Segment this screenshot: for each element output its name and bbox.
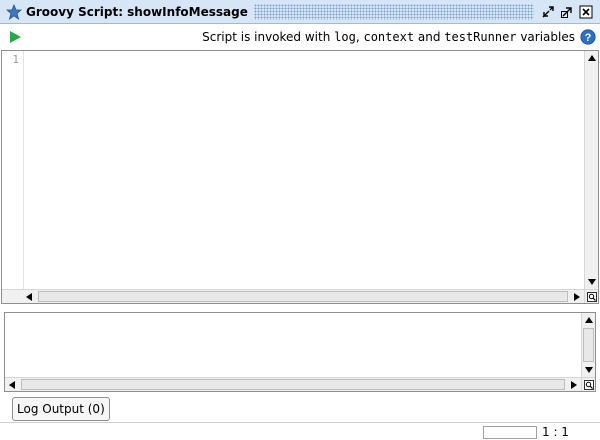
scroll-right-icon[interactable] bbox=[570, 290, 584, 304]
status-field bbox=[483, 426, 537, 439]
info-prefix: Script is invoked with bbox=[202, 30, 335, 44]
log-output-tab-label: Log Output (0) bbox=[17, 402, 105, 416]
undock-icon[interactable] bbox=[540, 4, 556, 20]
help-icon[interactable]: ? bbox=[579, 28, 597, 46]
scroll-up-icon[interactable] bbox=[585, 51, 599, 65]
script-editor[interactable]: 1 bbox=[1, 50, 599, 304]
scroll-left-icon[interactable] bbox=[22, 290, 36, 304]
info-suffix: variables bbox=[516, 30, 575, 44]
log-vertical-thumb[interactable] bbox=[583, 328, 594, 362]
editor-vertical-scrollbar[interactable] bbox=[584, 51, 598, 289]
line-number: 1 bbox=[12, 53, 19, 66]
log-horizontal-scrollbar[interactable] bbox=[5, 377, 581, 391]
log-scroll-up-icon[interactable] bbox=[582, 313, 596, 327]
title-grip[interactable] bbox=[253, 3, 534, 20]
star-icon bbox=[4, 2, 24, 22]
maximize-icon[interactable] bbox=[559, 4, 575, 20]
var-log: log bbox=[334, 30, 356, 44]
log-search-icon[interactable] bbox=[581, 377, 595, 391]
cursor-position: 1 : 1 bbox=[542, 425, 569, 439]
log-vertical-scrollbar[interactable] bbox=[581, 313, 595, 377]
log-output-panel[interactable] bbox=[4, 312, 596, 392]
scroll-down-icon[interactable] bbox=[585, 275, 599, 289]
script-toolbar: Script is invoked with log, context and … bbox=[0, 25, 600, 49]
var-context: context bbox=[363, 30, 415, 44]
info-and: and bbox=[414, 30, 445, 44]
editor-horizontal-thumb[interactable] bbox=[38, 291, 568, 302]
status-bar: 1 : 1 bbox=[0, 422, 600, 440]
editor-horizontal-scrollbar[interactable] bbox=[2, 289, 584, 303]
log-scroll-right-icon[interactable] bbox=[567, 378, 581, 392]
window-title: Groovy Script: showInfoMessage bbox=[26, 4, 248, 19]
line-number-gutter: 1 bbox=[2, 51, 24, 289]
variables-info: Script is invoked with log, context and … bbox=[202, 30, 575, 44]
code-input[interactable] bbox=[25, 51, 584, 289]
window-titlebar: Groovy Script: showInfoMessage bbox=[0, 0, 600, 24]
editor-search-icon[interactable] bbox=[584, 289, 598, 303]
log-scroll-left-icon[interactable] bbox=[5, 378, 19, 392]
log-horizontal-thumb[interactable] bbox=[21, 379, 565, 390]
svg-text:?: ? bbox=[585, 32, 592, 44]
log-scroll-down-icon[interactable] bbox=[582, 363, 596, 377]
run-icon[interactable] bbox=[6, 28, 24, 46]
var-testrunner: testRunner bbox=[444, 30, 517, 44]
close-icon[interactable] bbox=[578, 4, 594, 20]
log-output-tab[interactable]: Log Output (0) bbox=[12, 397, 110, 421]
